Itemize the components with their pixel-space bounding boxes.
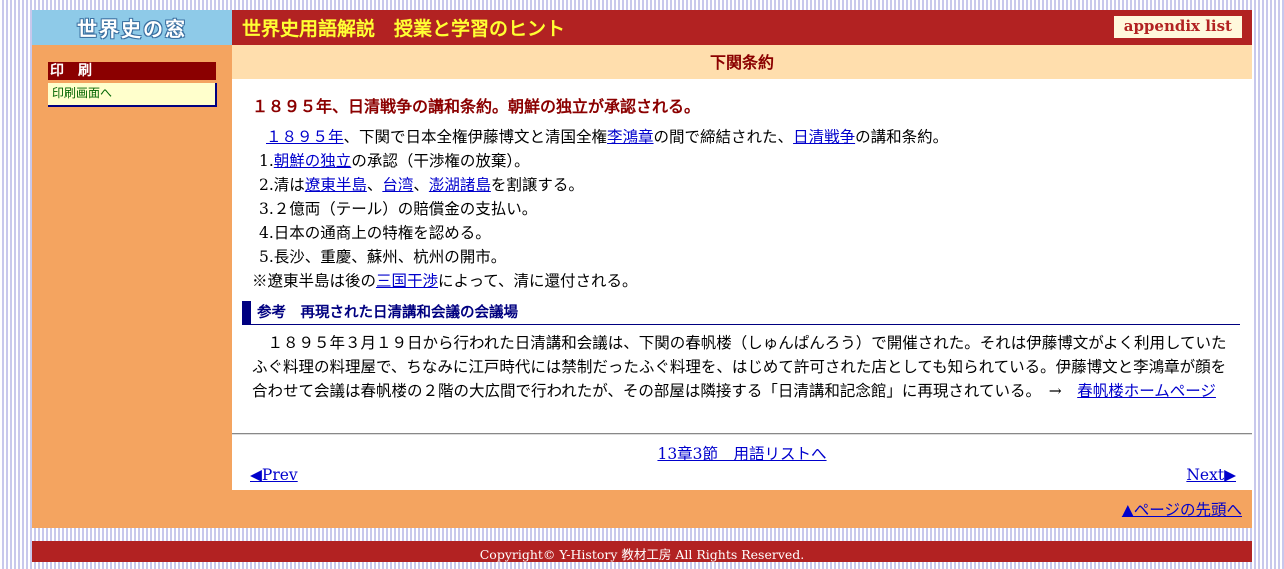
term-lead: １８９５年、日清戦争の講和条約。朝鮮の独立が承認される。 xyxy=(252,97,701,116)
item-text: の承認（干渉権の放棄）。 xyxy=(351,152,530,170)
item-number: 2. xyxy=(259,176,274,194)
prev-link[interactable]: ◀Prev xyxy=(250,466,298,484)
main-content: 下関条約 １８９５年、日清戦争の講和条約。朝鮮の独立が承認される。 １８９５年、… xyxy=(232,45,1252,490)
sino-japanese-war-link[interactable]: 日清戦争 xyxy=(793,128,855,146)
list-item: 1.朝鮮の独立の承認（干渉権の放棄）。 xyxy=(252,149,1242,173)
item-text: 清は xyxy=(273,176,305,194)
item-text: 日本の通商上の特権を認める。 xyxy=(273,224,491,242)
list-item: 5.長沙、重慶、蘇州、杭州の開市。 xyxy=(252,245,1242,269)
separator: 、 xyxy=(366,176,383,194)
item-number: 4. xyxy=(259,224,274,242)
intro-text-2: の間で締結された、 xyxy=(653,128,794,146)
korea-independence-link[interactable]: 朝鮮の独立 xyxy=(274,152,352,170)
item-text: ２億両（テール）の賠償金の支払い。 xyxy=(273,200,538,218)
year-link[interactable]: １８９５年 xyxy=(266,128,344,146)
note-text: ※遼東半島は後の xyxy=(252,272,377,290)
separator: 、 xyxy=(413,176,429,194)
print-heading: 印 刷 xyxy=(48,62,216,80)
sidebar: 印 刷 印刷画面へ xyxy=(32,45,232,528)
list-item: 2.清は遼東半島、台湾、澎湖諸島を割譲する。 xyxy=(252,173,1242,197)
reference-heading: 参考 再現された日清講和会議の会議場 xyxy=(242,301,1240,325)
print-link[interactable]: 印刷画面へ xyxy=(48,83,217,107)
note-text: によって、清に還付される。 xyxy=(438,272,638,290)
item-text: を割譲する。 xyxy=(490,176,584,194)
next-link[interactable]: Next▶ xyxy=(1186,466,1236,484)
term-list-container: 13章3節 用語リストへ xyxy=(232,442,1252,464)
appendix-list-button[interactable]: appendix list xyxy=(1113,16,1242,38)
term-title: 下関条約 xyxy=(232,45,1252,79)
page-wrapper: 世界史の窓 世界史用語解説 授業と学習のヒント appendix list 印 … xyxy=(32,10,1252,562)
header: 世界史の窓 世界史用語解説 授業と学習のヒント appendix list xyxy=(32,10,1252,45)
body-row: 印 刷 印刷画面へ 下関条約 １８９５年、日清戦争の講和条約。朝鮮の独立が承認さ… xyxy=(32,45,1252,528)
taiwan-link[interactable]: 台湾 xyxy=(382,176,413,194)
item-number: 5. xyxy=(259,248,274,266)
list-item: 4.日本の通商上の特権を認める。 xyxy=(252,221,1242,245)
divider xyxy=(232,433,1252,435)
li-hongzhang-link[interactable]: 李鴻章 xyxy=(607,128,654,146)
reference-text: １８９５年３月１９日から行われた日清講和会議は、下関の春帆楼（しゅんぱんろう）で… xyxy=(252,331,1240,403)
item-number: 3. xyxy=(259,200,274,218)
page-top-container: ▲ページの先頭へ xyxy=(1122,498,1242,520)
site-logo[interactable]: 世界史の窓 xyxy=(32,10,232,45)
intro-paragraph: １８９５年、下関で日本全権伊藤博文と清国全権李鴻章の間で締結された、日清戦争の講… xyxy=(252,125,1242,149)
penghu-link[interactable]: 澎湖諸島 xyxy=(429,176,491,194)
item-text: 長沙、重慶、蘇州、杭州の開市。 xyxy=(273,248,507,266)
shunpanro-homepage-link[interactable]: 春帆楼ホームページ xyxy=(1077,382,1216,400)
title-bar: 世界史用語解説 授業と学習のヒント appendix list xyxy=(232,10,1252,45)
liaodong-link[interactable]: 遼東半島 xyxy=(305,176,367,194)
footer: Copyright© Y-History 教材工房 All Rights Res… xyxy=(32,541,1252,562)
term-navigation: 13章3節 用語リストへ ◀Prev Next▶ xyxy=(232,442,1252,490)
page-title: 世界史用語解説 授業と学習のヒント xyxy=(242,18,566,40)
triple-intervention-link[interactable]: 三国干渉 xyxy=(376,272,438,290)
term-body: １８９５年、下関で日本全権伊藤博文と清国全権李鴻章の間で締結された、日清戦争の講… xyxy=(252,125,1242,293)
list-item: 3.２億両（テール）の賠償金の支払い。 xyxy=(252,197,1242,221)
term-list-link[interactable]: 13章3節 用語リストへ xyxy=(657,445,826,463)
intro-text-3: の講和条約。 xyxy=(855,128,949,146)
item-number: 1. xyxy=(259,152,274,170)
intro-text-1: 、下関で日本全権伊藤博文と清国全権 xyxy=(343,128,608,146)
note: ※遼東半島は後の三国干渉によって、清に還付される。 xyxy=(252,269,1242,293)
page-top-link[interactable]: ▲ページの先頭へ xyxy=(1122,501,1242,519)
